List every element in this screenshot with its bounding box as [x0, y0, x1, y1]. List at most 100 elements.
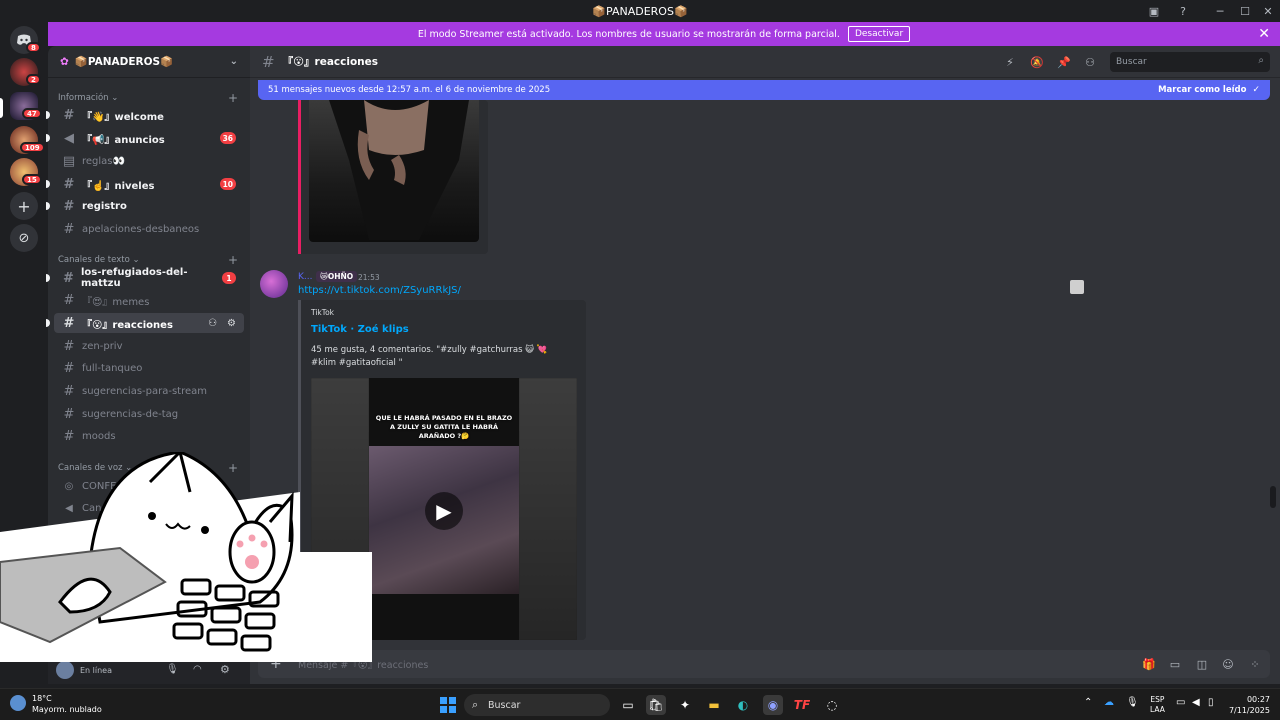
server-icon-panaderos[interactable]: 47	[10, 92, 42, 120]
maximize-button[interactable]: ☐	[1233, 0, 1257, 22]
channel-welcome[interactable]: # 『👋』welcome	[46, 105, 244, 125]
add-channel-icon[interactable]: +	[228, 91, 238, 105]
member-list-icon[interactable]: ⚇	[1082, 54, 1098, 70]
pin-icon[interactable]: 📌	[1056, 54, 1072, 70]
add-server-icon[interactable]: +	[10, 192, 38, 220]
hash-icon: #	[63, 383, 75, 399]
rail-badge: 109	[20, 142, 45, 153]
notification-bell-icon[interactable]: 🔕	[1029, 54, 1045, 70]
server-header[interactable]: ✿ 📦PANADEROS📦 ⌄	[48, 46, 250, 78]
language-indicator[interactable]: ESP LAA	[1150, 695, 1165, 715]
channel-memes[interactable]: # 『😍』memes	[54, 290, 244, 310]
windows-start-icon[interactable]	[438, 695, 458, 715]
window-title: 📦PANADEROS📦	[592, 4, 688, 18]
message-composer[interactable]: + Mensaje #『😮』reacciones	[258, 650, 1270, 678]
explore-icon[interactable]: ⊘	[10, 224, 38, 252]
threads-icon[interactable]: ⚡	[1002, 54, 1018, 70]
close-icon[interactable]: ✕	[1258, 26, 1270, 42]
scrollbar-thumb[interactable]	[1270, 486, 1276, 508]
channel-sugerencias-tag[interactable]: # sugerencias-de-tag	[54, 404, 244, 424]
weather-widget[interactable]: 18°C Mayorm. nublado	[10, 693, 102, 715]
invite-icon[interactable]: ⚇	[208, 318, 217, 329]
channel-apelaciones[interactable]: # apelaciones-desbaneos	[54, 219, 244, 239]
deactivate-streamer-button[interactable]: Desactivar	[847, 26, 911, 42]
task-view-icon[interactable]: ▭	[618, 695, 638, 715]
microphone-icon[interactable]: 🎙	[166, 664, 179, 675]
search-input[interactable]: Buscar ⌕	[1110, 52, 1270, 72]
channel-full-tanqueo[interactable]: # full-tanqueo	[54, 358, 244, 378]
discord-home-icon[interactable]: 8	[10, 26, 41, 54]
server-icon[interactable]: 15	[10, 158, 42, 186]
channel-reglas[interactable]: ▤ reglas👀	[54, 151, 244, 171]
network-icon[interactable]: ▭	[1176, 697, 1185, 708]
gif-icon[interactable]: ▭	[1168, 657, 1182, 671]
apps-icon[interactable]: ⁘	[1248, 657, 1262, 671]
help-icon[interactable]: ?	[1171, 0, 1195, 22]
message-link[interactable]: https://vt.tiktok.com/ZSyuRRkJS/	[298, 285, 461, 296]
channel-anuncios[interactable]: ◀ 『📢』anuncios 36	[46, 128, 244, 148]
chevron-up-icon[interactable]: ⌃	[1084, 697, 1092, 708]
hash-icon: #	[63, 221, 75, 237]
chevron-down-icon: ⌄	[229, 56, 238, 67]
user-settings-icon[interactable]: ⚙	[220, 663, 230, 676]
rail-badge: 15	[22, 174, 42, 185]
server-icon[interactable]: 109	[10, 126, 45, 154]
channel-label: moods	[82, 430, 116, 442]
inbox-icon[interactable]: ▣	[1142, 0, 1166, 22]
store-icon[interactable]: 🛍	[646, 695, 666, 715]
microphone-icon[interactable]: 🎙	[1126, 697, 1139, 708]
app-icon[interactable]: ◌	[822, 695, 842, 715]
server-icon[interactable]: 2	[10, 58, 41, 86]
channel-registro[interactable]: # registro	[46, 196, 244, 216]
weather-icon	[10, 695, 26, 711]
channel-niveles[interactable]: # 『☝️』niveles 10	[46, 174, 244, 194]
edge-icon[interactable]: ◐	[733, 695, 753, 715]
video-blur-right	[519, 378, 577, 640]
message-author[interactable]: K...	[298, 272, 312, 282]
category-texto[interactable]: Canales de texto ⌄ +	[58, 253, 238, 267]
discord-taskbar-icon[interactable]: ◉	[763, 695, 783, 715]
channel-reacciones[interactable]: # 『😮』reacciones ⚇ ⚙	[46, 313, 244, 333]
gift-icon[interactable]: 🎁	[1142, 657, 1156, 671]
file-explorer-icon[interactable]: ▬	[704, 695, 724, 715]
close-window-button[interactable]: ✕	[1256, 0, 1280, 22]
add-channel-icon[interactable]: +	[228, 253, 238, 267]
channel-moods[interactable]: # moods	[54, 426, 244, 446]
embed-image[interactable]	[309, 100, 479, 242]
avatar[interactable]	[260, 270, 288, 298]
gear-icon[interactable]: ⚙	[227, 318, 236, 329]
channel-refugiados[interactable]: # los-refugiados-del-mattzu 1	[46, 267, 244, 289]
copilot-icon[interactable]: ✦	[675, 695, 695, 715]
taskbar-search[interactable]: ⌕ Buscar	[464, 694, 610, 716]
channel-label: 『☝️』niveles	[82, 180, 155, 192]
language-code: ESP	[1150, 695, 1165, 704]
tf-app-icon[interactable]: TF	[792, 695, 812, 715]
category-informacion[interactable]: Información ⌄ +	[58, 91, 238, 105]
rail-badge: 47	[22, 108, 42, 119]
headphones-icon[interactable]: ◠	[193, 664, 202, 675]
emoji-icon[interactable]: ☺	[1221, 657, 1235, 671]
new-messages-bar[interactable]: 51 mensajes nuevos desde 12:57 a.m. el 6…	[258, 80, 1270, 100]
battery-icon[interactable]: ▯	[1208, 697, 1214, 708]
avatar[interactable]	[56, 661, 74, 679]
chat-area: # 『😮』reacciones ⚡ 🔕 📌 ⚇ Buscar ⌕ 51 mens…	[250, 46, 1280, 684]
server-boost-icon: ✿	[60, 55, 69, 68]
channel-label: los-refugiados-del-mattzu	[80, 267, 188, 289]
unread-pip	[46, 111, 50, 119]
windows-taskbar: 18°C Mayorm. nublado ⌕ Buscar ▭ 🛍 ✦ ▬ ◐ …	[0, 688, 1280, 720]
volume-icon[interactable]: ◀	[1192, 697, 1200, 708]
play-icon[interactable]: ▶	[425, 492, 463, 530]
mark-read-icon: ✓	[1252, 85, 1260, 95]
reaction-sticker-icon[interactable]	[1070, 280, 1084, 294]
clock[interactable]: 00:27 7/11/2025	[1226, 694, 1270, 716]
minimize-button[interactable]: ─	[1208, 0, 1232, 22]
embed-title[interactable]: TikTok · Zoé klips	[311, 324, 409, 335]
hash-icon: #	[63, 292, 75, 308]
channel-sugerencias-stream[interactable]: # sugerencias-para-stream	[54, 381, 244, 401]
sticker-icon[interactable]: ◫	[1195, 657, 1209, 671]
streamer-mode-banner: El modo Streamer está activado. Los nomb…	[48, 22, 1280, 46]
onedrive-icon[interactable]: ☁	[1104, 697, 1114, 708]
mark-as-read-button[interactable]: Marcar como leído	[1158, 85, 1246, 95]
mention-badge: 36	[219, 132, 236, 144]
channel-zen-priv[interactable]: # zen-priv	[54, 336, 244, 356]
